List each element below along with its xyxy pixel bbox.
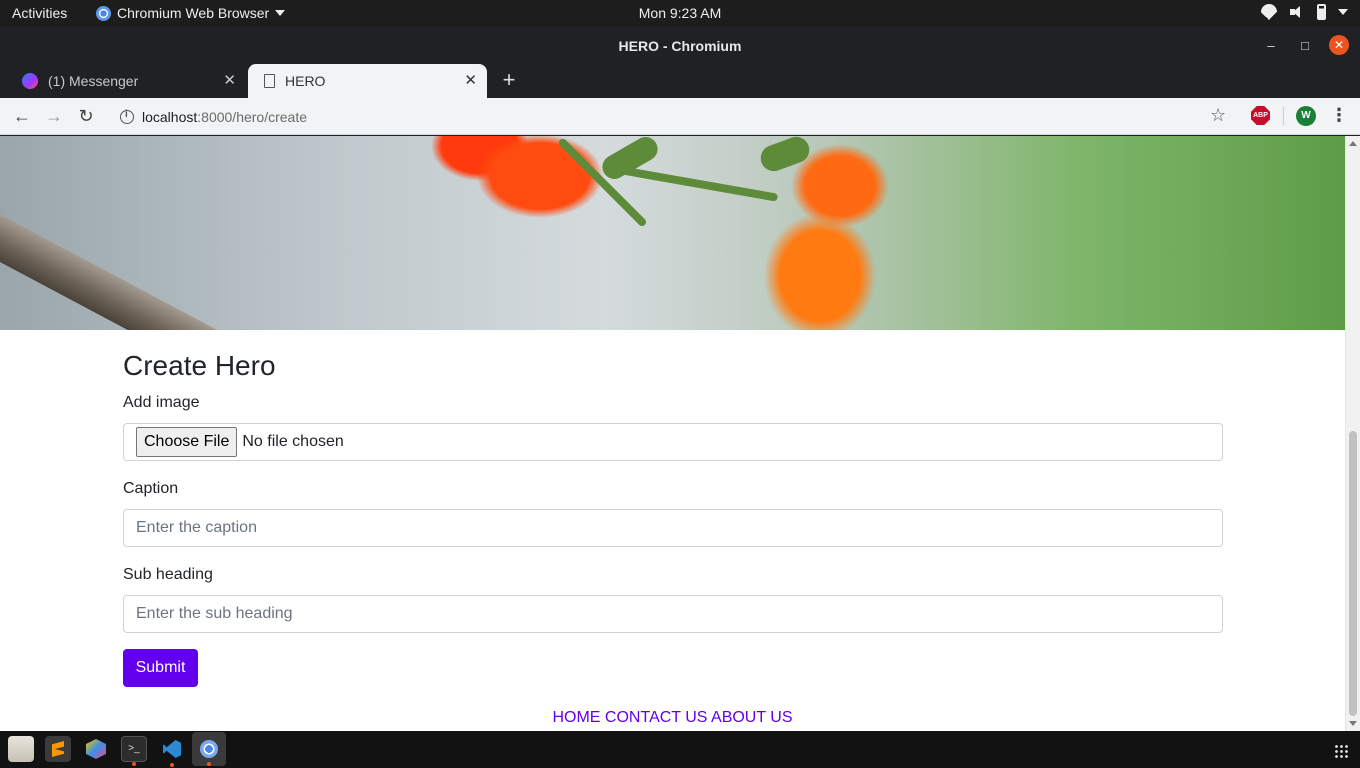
volume-icon[interactable] bbox=[1289, 4, 1305, 20]
toolbar-divider bbox=[1283, 107, 1284, 125]
running-indicator bbox=[170, 763, 174, 767]
dock: >_ bbox=[0, 731, 1360, 768]
wifi-icon[interactable] bbox=[1261, 4, 1277, 20]
footer-link-contact[interactable]: CONTACT US bbox=[605, 709, 708, 726]
show-applications-icon[interactable] bbox=[1334, 744, 1348, 758]
new-tab-icon[interactable]: + bbox=[498, 69, 520, 91]
running-indicator bbox=[132, 762, 136, 766]
terminal-icon[interactable]: >_ bbox=[121, 736, 147, 766]
forward-icon[interactable]: → bbox=[43, 105, 65, 127]
battery-icon[interactable] bbox=[1317, 4, 1326, 20]
close-icon[interactable]: ✕ bbox=[464, 73, 477, 89]
activities-button[interactable]: Activities bbox=[12, 5, 67, 21]
vertical-scrollbar[interactable] bbox=[1345, 136, 1360, 731]
url-host: localhost bbox=[142, 108, 198, 125]
bookmark-star-icon[interactable]: ☆ bbox=[1210, 104, 1226, 126]
caption-input[interactable]: Enter the caption bbox=[123, 509, 1223, 547]
browser-toolbar: ← → ↻ localhost:8000/hero/create ☆ ABP W… bbox=[0, 98, 1360, 135]
profile-avatar[interactable]: W bbox=[1296, 106, 1316, 126]
chromium-dock-icon[interactable] bbox=[192, 732, 226, 766]
tab-label: HERO bbox=[285, 73, 326, 89]
system-tray[interactable] bbox=[1261, 4, 1348, 20]
submit-button[interactable]: Submit bbox=[123, 649, 198, 687]
bud-shape bbox=[757, 136, 813, 175]
page-viewport: Create Hero Add image Choose File No fil… bbox=[0, 136, 1360, 731]
files-icon[interactable] bbox=[8, 736, 34, 762]
minimize-icon[interactable]: – bbox=[1261, 35, 1281, 55]
file-status-text: No file chosen bbox=[242, 433, 344, 450]
back-icon[interactable]: ← bbox=[11, 105, 33, 127]
running-indicator bbox=[207, 762, 211, 766]
messenger-icon bbox=[22, 73, 38, 89]
reload-icon[interactable]: ↻ bbox=[75, 105, 97, 127]
scroll-up-arrow-icon[interactable] bbox=[1349, 141, 1357, 146]
image-file-input[interactable]: Choose File No file chosen bbox=[123, 423, 1223, 461]
system-top-bar: Activities Chromium Web Browser Mon 9:23… bbox=[0, 0, 1360, 27]
maximize-icon[interactable]: □ bbox=[1295, 35, 1315, 55]
chevron-down-icon bbox=[275, 10, 286, 16]
kebab-menu-icon[interactable]: ⋮ bbox=[1330, 104, 1348, 126]
gitkraken-icon[interactable] bbox=[83, 736, 109, 762]
window-title-bar: HERO - Chromium – □ ✕ bbox=[0, 27, 1360, 64]
adblock-plus-icon[interactable]: ABP bbox=[1251, 106, 1270, 125]
scrollbar-thumb[interactable] bbox=[1349, 431, 1357, 716]
subheading-input[interactable]: Enter the sub heading bbox=[123, 595, 1223, 633]
sublime-text-icon[interactable] bbox=[45, 736, 71, 762]
branch-shape bbox=[0, 198, 394, 330]
subheading-label: Sub heading bbox=[123, 566, 213, 583]
url-path: :8000/hero/create bbox=[197, 108, 308, 125]
window-title: HERO - Chromium bbox=[618, 38, 742, 54]
page-icon bbox=[264, 74, 275, 88]
address-bar[interactable]: localhost:8000/hero/create bbox=[108, 102, 1248, 131]
chevron-down-icon[interactable] bbox=[1338, 9, 1348, 15]
tab-label: (1) Messenger bbox=[48, 73, 139, 89]
page-title: Create Hero bbox=[123, 350, 276, 381]
vscode-icon[interactable] bbox=[159, 736, 185, 767]
app-menu-label: Chromium Web Browser bbox=[117, 5, 270, 21]
scroll-down-arrow-icon[interactable] bbox=[1349, 721, 1357, 726]
choose-file-button[interactable]: Choose File bbox=[136, 427, 238, 457]
info-icon[interactable] bbox=[120, 109, 134, 124]
tab-messenger[interactable]: (1) Messenger ✕ bbox=[8, 64, 246, 98]
footer-nav: HOME CONTACT US ABOUT US bbox=[0, 709, 1345, 727]
caption-label: Caption bbox=[123, 480, 179, 497]
close-icon[interactable]: ✕ bbox=[223, 73, 236, 89]
app-menu[interactable]: Chromium Web Browser bbox=[96, 5, 286, 21]
footer-link-home[interactable]: HOME bbox=[552, 709, 600, 726]
tab-hero[interactable]: HERO ✕ bbox=[248, 64, 487, 98]
stem-shape bbox=[619, 166, 779, 202]
close-icon[interactable]: ✕ bbox=[1329, 35, 1349, 55]
image-label: Add image bbox=[123, 394, 200, 411]
chromium-icon bbox=[96, 5, 111, 21]
footer-link-about[interactable]: ABOUT US bbox=[711, 709, 793, 726]
hero-banner-image bbox=[0, 136, 1345, 330]
tab-strip: (1) Messenger ✕ HERO ✕ + bbox=[0, 64, 1360, 98]
